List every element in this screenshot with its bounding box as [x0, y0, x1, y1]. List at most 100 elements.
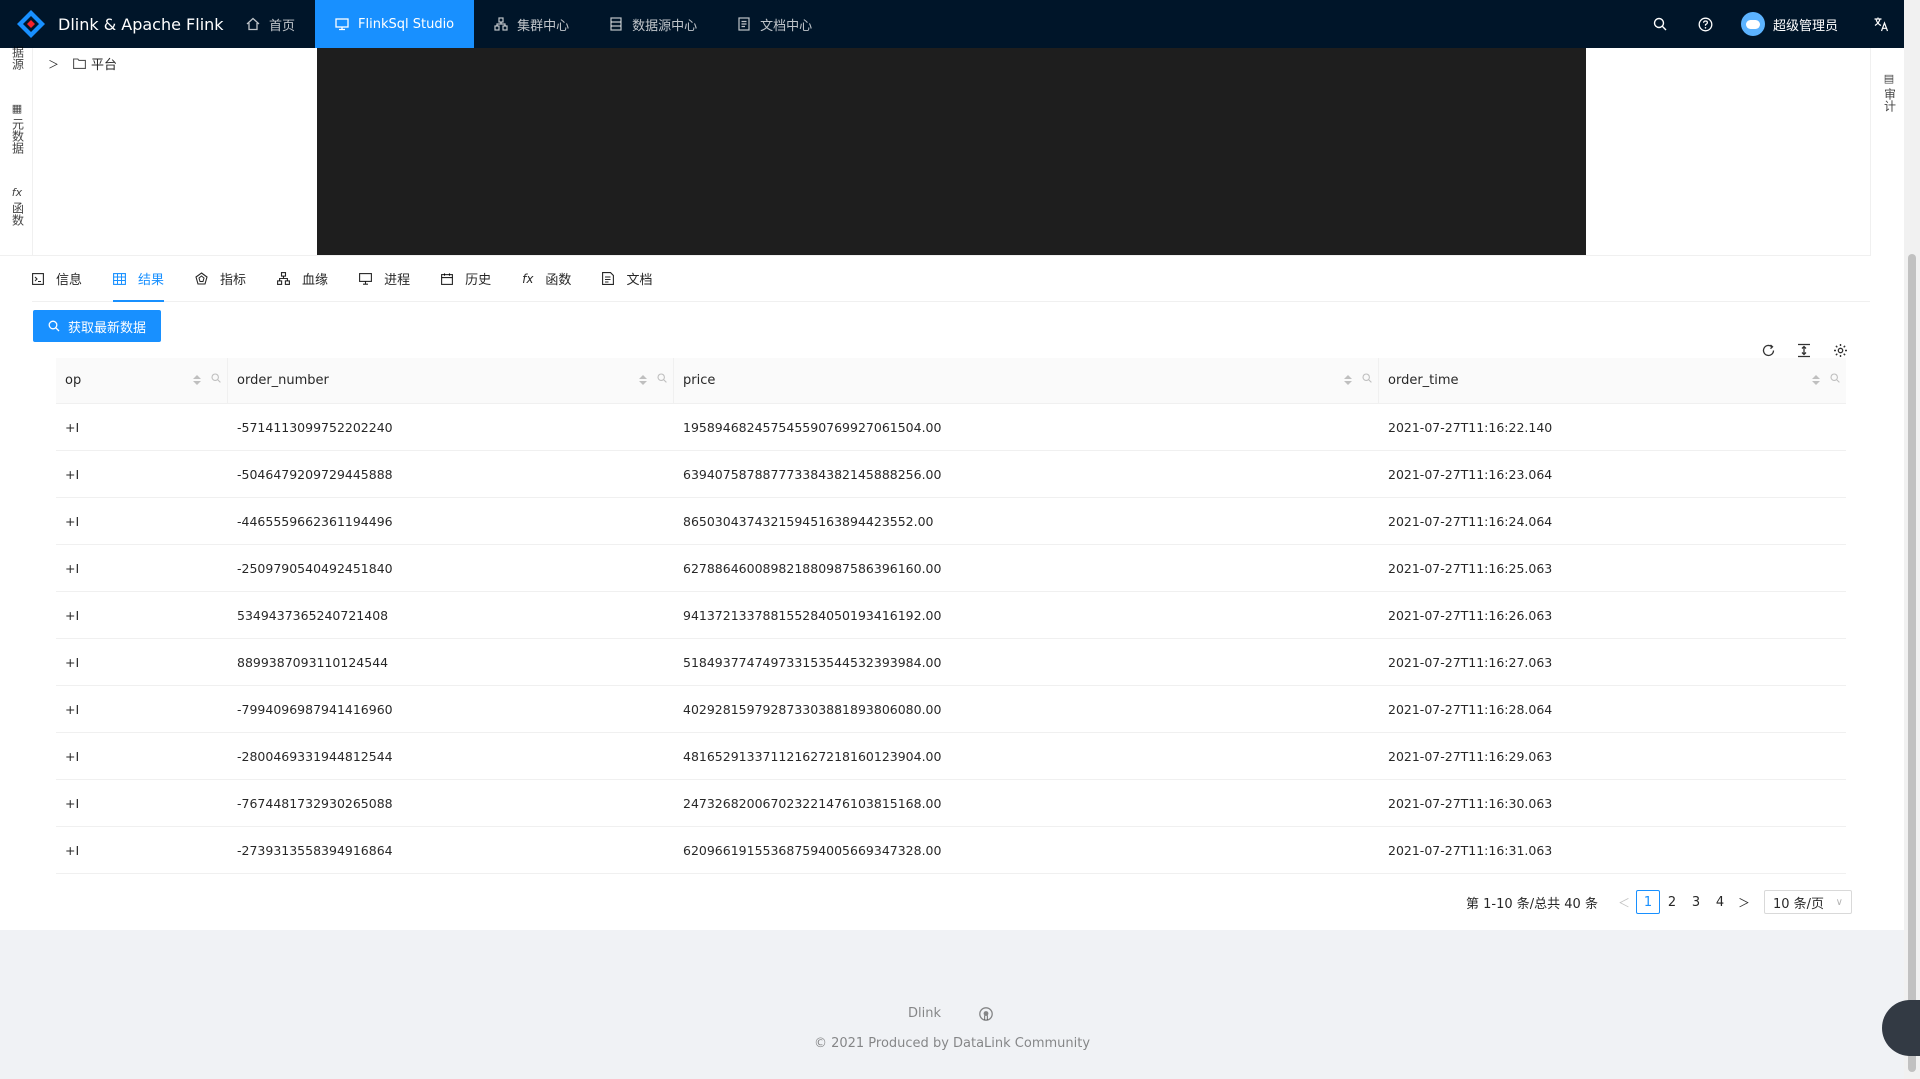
- footer-links: Dlink: [908, 1006, 993, 1021]
- desktop-icon: [335, 17, 349, 31]
- header-actions: 超级管理员: [1637, 0, 1904, 48]
- folder-icon: [73, 58, 86, 69]
- left-tab-metadata[interactable]: ▦ 元数据: [8, 102, 26, 154]
- calendar-icon: [441, 272, 454, 285]
- column-header-label: op: [65, 373, 82, 388]
- page-size-value: 10 条/页: [1772, 896, 1825, 912]
- database-icon: [609, 17, 623, 31]
- search-icon[interactable]: [1637, 0, 1683, 48]
- tab-function-label: 函数: [545, 273, 572, 288]
- page-item-1[interactable]: 1: [1635, 890, 1660, 914]
- github-icon[interactable]: [979, 1006, 993, 1021]
- table-row[interactable]: +I -7994096987941416960 402928159792873303…: [56, 686, 1846, 733]
- help-icon[interactable]: [1683, 0, 1729, 48]
- tab-document[interactable]: 文档: [602, 256, 652, 302]
- column-header-price[interactable]: price: [674, 358, 1379, 403]
- cell-price: 247326820067023221476103815168.00: [683, 795, 942, 811]
- doc-icon: [602, 272, 615, 285]
- nav-datasource-label: 数据源中心: [632, 18, 698, 34]
- tab-function[interactable]: fx 函数: [522, 256, 571, 302]
- logo[interactable]: Dlink & Apache Flink: [0, 0, 226, 48]
- cell-order-time: 2021-07-27T11:16:28.064: [1388, 701, 1553, 717]
- chevron-right-icon[interactable]: ＞: [48, 56, 59, 72]
- filter-search-icon[interactable]: [657, 373, 667, 383]
- nav-document-center[interactable]: 文档中心: [717, 0, 832, 48]
- filter-search-icon[interactable]: [1362, 373, 1372, 383]
- cell-op: +I: [65, 701, 80, 717]
- tab-info[interactable]: 信息: [32, 256, 82, 302]
- nav-datasource-center[interactable]: 数据源中心: [589, 0, 717, 48]
- audit-icon: ▤: [1883, 72, 1895, 85]
- cell-order-number: -2509790540492451840: [237, 560, 393, 576]
- footer-copyright-text: 2021 Produced by DataLink Community: [831, 1036, 1091, 1051]
- sort-icon[interactable]: [1812, 375, 1820, 385]
- cell-order-number: -4465559662361194496: [237, 513, 393, 529]
- sql-editor[interactable]: [317, 48, 1586, 256]
- column-header-order-number[interactable]: order_number: [228, 358, 674, 403]
- tab-metrics[interactable]: 指标: [195, 256, 246, 302]
- table-row[interactable]: +I -4465559662361194496 865030437432159451…: [56, 498, 1846, 545]
- tab-process[interactable]: 进程: [359, 256, 410, 302]
- column-header-op[interactable]: op: [56, 358, 228, 403]
- cell-op: +I: [65, 654, 80, 670]
- table-row[interactable]: +I -2739313558394916864 620966191553687594…: [56, 827, 1846, 874]
- nav-flinksql-studio[interactable]: FlinkSql Studio: [315, 0, 475, 48]
- cell-order-time: 2021-07-27T11:16:24.064: [1388, 513, 1553, 529]
- left-tab-datasource[interactable]: 据源: [8, 46, 26, 70]
- tab-history-label: 历史: [465, 273, 492, 288]
- table-icon: ▦: [11, 102, 23, 115]
- table-row[interactable]: +I -5714113099752202240 195894682457545590…: [56, 404, 1846, 451]
- tab-history[interactable]: 历史: [441, 256, 491, 302]
- sort-icon[interactable]: [639, 375, 647, 385]
- lineage-icon: [277, 272, 290, 285]
- next-page-icon[interactable]: ＞: [1732, 890, 1756, 914]
- language-icon[interactable]: [1858, 0, 1904, 48]
- sort-icon[interactable]: [193, 375, 201, 385]
- column-header-label: order_time: [1388, 373, 1459, 388]
- table-row[interactable]: +I 5349437365240721408 9413721337881552840…: [56, 592, 1846, 639]
- left-tab-function[interactable]: fx 函数: [8, 186, 26, 226]
- terminal-icon: [32, 272, 44, 285]
- cell-order-time: 2021-07-27T11:16:27.063: [1388, 654, 1553, 670]
- user-menu[interactable]: 超级管理员: [1729, 12, 1858, 36]
- table-row[interactable]: +I -2800469331944812544 481652913371121627…: [56, 733, 1846, 780]
- prev-page-icon[interactable]: ＜: [1612, 890, 1636, 914]
- cell-order-time: 2021-07-27T11:16:31.063: [1388, 842, 1553, 858]
- tree-node-platform[interactable]: ＞ 平台: [48, 54, 117, 74]
- result-panel-tabs: 信息 结果 指标 血缘 进程 历史 fx 函数 文档: [32, 256, 1870, 302]
- tab-process-label: 进程: [384, 273, 411, 288]
- cell-order-number: -7674481732930265088: [237, 795, 393, 811]
- nav-home[interactable]: 首页: [226, 0, 315, 48]
- nav-document-label: 文档中心: [760, 18, 813, 34]
- sort-icon[interactable]: [1344, 375, 1352, 385]
- right-tab-audit[interactable]: ▤ 审计: [1882, 72, 1897, 112]
- table-row[interactable]: +I 8899387093110124544 5184937747497331535…: [56, 639, 1846, 686]
- page-item-3[interactable]: 3: [1684, 890, 1708, 914]
- fetch-latest-data-button[interactable]: 获取最新数据: [33, 310, 162, 342]
- tab-result[interactable]: 结果: [113, 256, 165, 302]
- page-scrollbar[interactable]: [1904, 0, 1920, 1079]
- filter-search-icon[interactable]: [1830, 373, 1840, 383]
- logo-icon: [16, 9, 46, 39]
- cell-order-time: 2021-07-27T11:16:25.063: [1388, 560, 1553, 576]
- cell-order-time: 2021-07-27T11:16:29.063: [1388, 748, 1553, 764]
- page-item-2[interactable]: 2: [1660, 890, 1684, 914]
- desktop-icon: [359, 272, 373, 285]
- cell-price: 627886460089821880987586396160.00: [683, 560, 942, 576]
- filter-search-icon[interactable]: [211, 373, 221, 383]
- column-header-order-time[interactable]: order_time: [1379, 358, 1846, 403]
- function-icon: fx: [522, 271, 534, 286]
- table-row[interactable]: +I -2509790540492451840 627886460089821880…: [56, 545, 1846, 592]
- function-icon: fx: [11, 186, 23, 199]
- column-header-label: price: [683, 373, 716, 388]
- page-item-4[interactable]: 4: [1708, 890, 1732, 914]
- footer-copyright: © 2021 Produced by DataLink Community: [0, 1036, 1904, 1051]
- table-row[interactable]: +I -5046479209729445888 639407587887773384…: [56, 451, 1846, 498]
- nav-cluster-center[interactable]: 集群中心: [474, 0, 589, 48]
- scrollbar-thumb[interactable]: [1908, 254, 1916, 1072]
- tab-lineage-label: 血缘: [302, 273, 329, 288]
- page-size-select[interactable]: 10 条/页 ∨: [1763, 890, 1852, 914]
- footer-link-dlink[interactable]: Dlink: [908, 1006, 941, 1021]
- table-row[interactable]: +I -7674481732930265088 247326820067023221…: [56, 780, 1846, 827]
- tab-lineage[interactable]: 血缘: [277, 256, 328, 302]
